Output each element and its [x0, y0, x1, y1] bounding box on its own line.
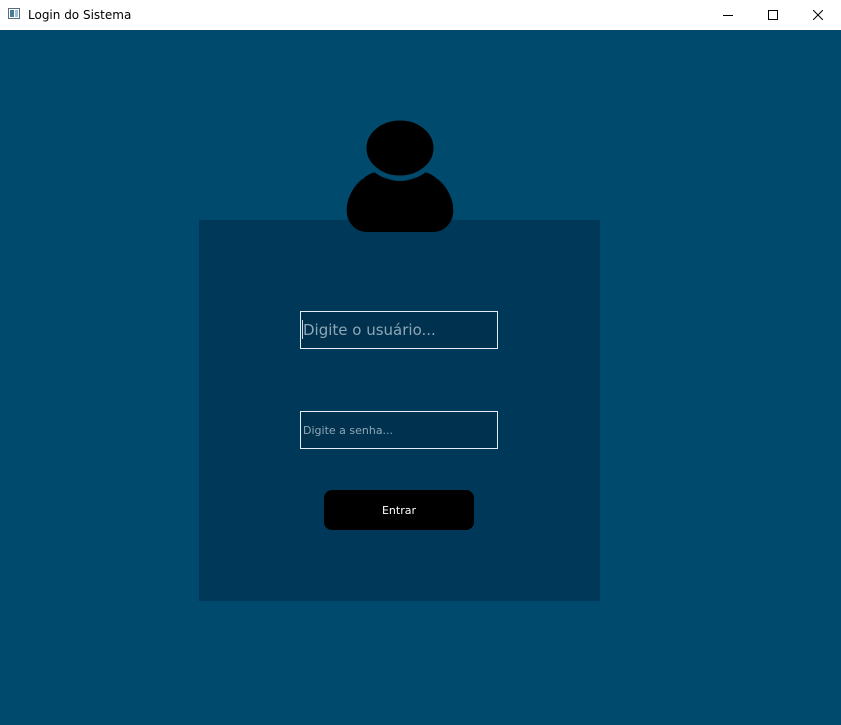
app-window-icon [8, 8, 20, 19]
maximize-icon [768, 10, 778, 20]
minimize-button[interactable] [705, 0, 751, 30]
username-input[interactable] [300, 311, 498, 349]
minimize-icon [723, 15, 733, 16]
maximize-button[interactable] [750, 0, 796, 30]
login-window: Login do Sistema Entrar [0, 0, 841, 725]
window-title: Login do Sistema [28, 8, 132, 22]
text-caret [302, 320, 303, 339]
password-input[interactable] [300, 411, 498, 449]
close-button[interactable] [795, 0, 841, 30]
close-icon [813, 10, 823, 20]
title-bar[interactable]: Login do Sistema [0, 0, 841, 30]
user-avatar-icon [346, 117, 454, 232]
enter-button[interactable]: Entrar [324, 490, 474, 530]
enter-button-label: Entrar [381, 503, 417, 517]
